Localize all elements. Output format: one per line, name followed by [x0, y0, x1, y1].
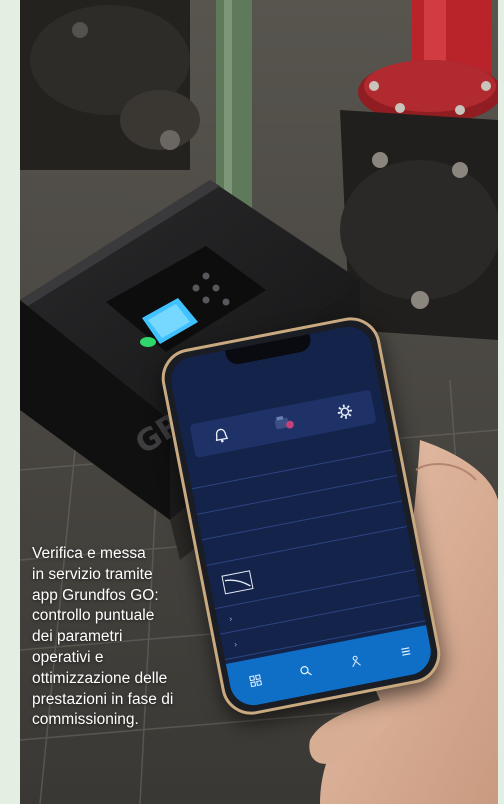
person-icon [351, 655, 361, 668]
caption-line: app Grundfos GO: [32, 586, 159, 604]
photo-frame: GR › › Verifica e messa in servizio tram… [20, 0, 498, 804]
caption-line: controllo puntuale [32, 607, 155, 625]
photo-caption: Verifica e messa in servizio tramite app… [32, 544, 242, 731]
caption-line: operativi e [32, 648, 104, 666]
caption-line: in servizio tramite [32, 565, 153, 583]
tab-menu[interactable] [398, 645, 412, 661]
menu-icon [400, 647, 410, 656]
pump-icon[interactable] [267, 410, 299, 437]
search-icon [299, 666, 312, 676]
caption-line: commissioning. [32, 711, 139, 729]
caption-line: dei parametri [32, 628, 123, 646]
bell-icon[interactable] [211, 425, 232, 446]
tab-search[interactable] [298, 664, 312, 680]
caption-line: prestazioni in fase di [32, 690, 174, 708]
caption-line: ottimizzazione delle [32, 669, 168, 687]
tab-service[interactable] [348, 654, 362, 670]
gear-icon[interactable] [334, 401, 355, 422]
grid-icon [248, 674, 262, 688]
tab-dashboard[interactable] [248, 674, 262, 690]
caption-line: Verifica e messa [32, 545, 146, 562]
